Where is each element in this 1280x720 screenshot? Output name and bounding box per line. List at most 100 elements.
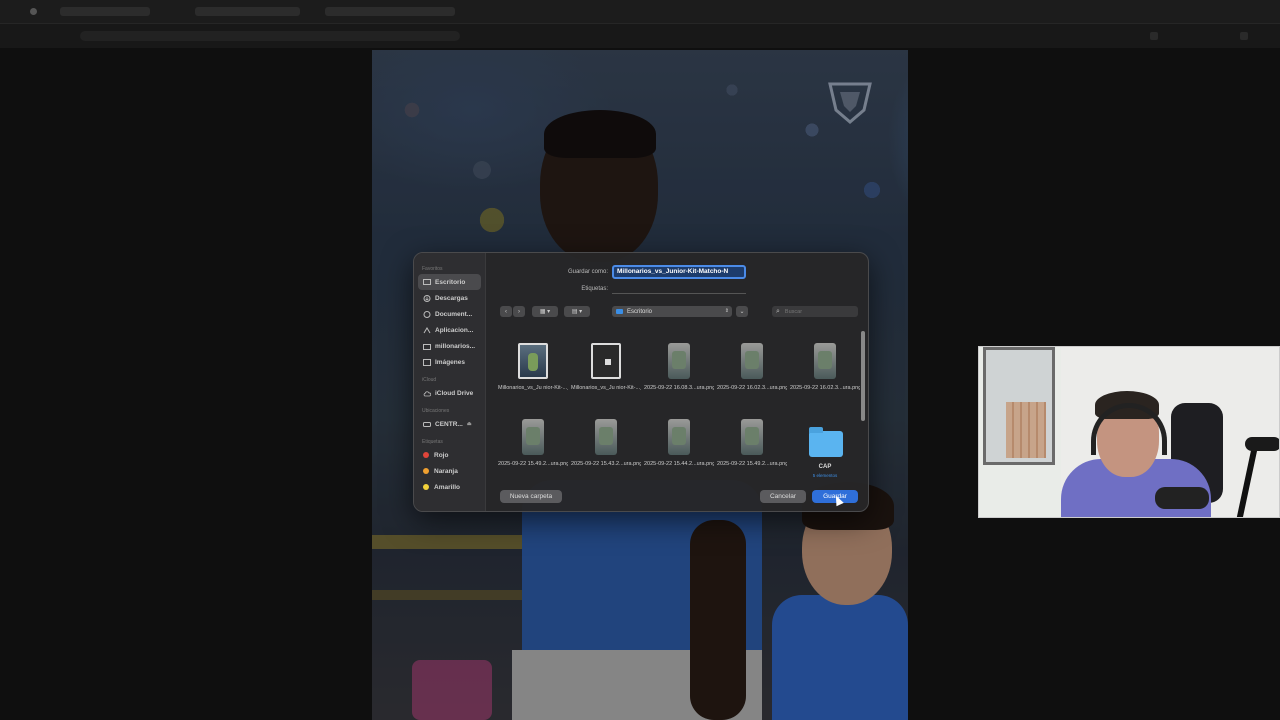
address-bar[interactable]: [80, 31, 460, 41]
browser-tab[interactable]: [325, 7, 455, 16]
tag-dot-icon: [423, 484, 429, 490]
webcam-window: [983, 347, 1055, 465]
sidebar-item-documentos[interactable]: Document...: [414, 306, 485, 322]
sidebar-item-tag-amarillo[interactable]: Amarillo: [414, 479, 485, 495]
cloud-icon: [423, 390, 431, 397]
sidebar-section-header: iCloud: [422, 377, 437, 383]
sidebar-item-icloud-drive[interactable]: iCloud Drive: [414, 385, 485, 401]
sidebar-item-tag-rojo[interactable]: Rojo: [414, 447, 485, 463]
view-mode-button[interactable]: ▦ ▾: [532, 306, 558, 317]
sidebar-item-escritorio[interactable]: Escritorio: [418, 274, 481, 290]
apps-icon: [423, 326, 431, 334]
cancel-button[interactable]: Cancelar: [760, 490, 806, 503]
sidebar-item-label: CENTR...: [435, 420, 463, 428]
scrollbar[interactable]: [861, 331, 865, 421]
browser-tab-bar: [0, 0, 1280, 24]
microphone-icon: [1155, 487, 1209, 509]
sidebar-item-disk[interactable]: CENTR... ⏏: [414, 416, 485, 432]
file-item[interactable]: Millonarios_vs_Ju nior-Kit-..._439.jpg: [498, 335, 568, 405]
tags-label: Etiquetas:: [581, 286, 608, 292]
file-name: 2025-09-22 15.49.2...ura.png: [717, 461, 787, 467]
file-item[interactable]: 2025-09-22 16.02.3...ura.png: [717, 335, 787, 405]
screenshot-thumbnail: [741, 419, 763, 455]
sidebar-item-aplicaciones[interactable]: Aplicacion...: [414, 322, 485, 338]
location-label: Escritorio: [627, 308, 653, 315]
file-name: Millonarios_vs_Ju nior-Kit-..._430.jpg: [571, 385, 641, 391]
updown-chevron-icon: ⇕: [724, 308, 729, 314]
screenshot-thumbnail: [522, 419, 544, 455]
address-bar-row: [0, 24, 1280, 48]
sidebar-item-tag-naranja[interactable]: Naranja: [414, 463, 485, 479]
window-control-icon[interactable]: [30, 8, 37, 15]
search-field[interactable]: ⌕ Buscar: [772, 306, 858, 317]
sidebar-item-label: iCloud Drive: [435, 389, 474, 397]
file-name: 2025-09-22 15.49.2...ura.png: [498, 461, 568, 467]
desktop-icon: [423, 278, 431, 286]
back-button[interactable]: ‹: [500, 306, 512, 317]
menu-icon[interactable]: [1240, 32, 1248, 40]
search-placeholder: Buscar: [784, 308, 803, 315]
sidebar-item-label: millonarios...: [435, 342, 476, 350]
folder-name: CAP: [818, 464, 832, 470]
dialog-toolbar: ‹ › ▦ ▾ ▤ ▾ Escritorio ⇕ ⌄ ⌕ Buscar: [500, 305, 860, 319]
file-name: 2025-09-22 16.08.3...ura.png: [644, 385, 714, 391]
file-item[interactable]: Millonarios_vs_Ju nior-Kit-..._430.jpg: [571, 335, 641, 405]
file-item[interactable]: 2025-09-22 15.49.2...ura.png: [717, 411, 787, 481]
sidebar-item-label: Descargas: [435, 294, 468, 302]
image-thumbnail: [518, 343, 548, 379]
webcam-overlay: [978, 346, 1280, 518]
file-name: 2025-09-22 16.02.3...ura.png: [717, 385, 787, 391]
image-thumbnail: [591, 343, 621, 379]
save-as-label: Guardar como:: [567, 269, 608, 275]
file-item[interactable]: 2025-09-22 15.43.2...ura.png: [571, 411, 641, 481]
expand-button[interactable]: ⌄: [736, 306, 748, 317]
file-item[interactable]: 2025-09-22 16.08.3...ura.png: [644, 335, 714, 405]
screenshot-thumbnail: [595, 419, 617, 455]
disk-icon: [423, 421, 431, 428]
sidebar-item-label: Aplicacion...: [435, 326, 474, 334]
microphone-icon: [1245, 437, 1279, 451]
finder-sidebar: Favoritos Escritorio Descargas Document.…: [414, 253, 486, 511]
sidebar-item-label: Document...: [435, 310, 473, 318]
tags-row: Etiquetas:: [564, 284, 746, 294]
browser-tab[interactable]: [195, 7, 300, 16]
screenshot-thumbnail: [741, 343, 763, 379]
sidebar-item-descargas[interactable]: Descargas: [414, 290, 485, 306]
document-icon: [423, 310, 431, 318]
sidebar-section-header: Favoritos: [422, 266, 443, 272]
tags-input[interactable]: [612, 285, 746, 294]
sidebar-item-label: Rojo: [434, 451, 449, 459]
download-icon: [423, 294, 431, 302]
new-folder-button[interactable]: Nueva carpeta: [500, 490, 562, 503]
tag-dot-icon: [423, 468, 429, 474]
screenshot-thumbnail: [668, 419, 690, 455]
filename-input[interactable]: Millonarios_vs_Junior-Kit-Matcho-N: [612, 265, 746, 279]
sidebar-section-header: Ubicaciones: [422, 408, 450, 414]
sidebar-item-label: Naranja: [434, 467, 458, 475]
folder-item[interactable]: CAP 5 elementos: [790, 411, 860, 481]
extension-icon[interactable]: [1150, 32, 1158, 40]
tag-dot-icon: [423, 452, 429, 458]
sidebar-item-label: Amarillo: [434, 483, 461, 491]
file-item[interactable]: 2025-09-22 15.44.2...ura.png: [644, 411, 714, 481]
screenshot-thumbnail: [814, 343, 836, 379]
browser-tab[interactable]: [60, 7, 150, 16]
file-name: 2025-09-22 16.02.3...ura.png: [790, 385, 860, 391]
screenshot-thumbnail: [668, 343, 690, 379]
location-select[interactable]: Escritorio ⇕: [612, 306, 732, 317]
forward-button[interactable]: ›: [513, 306, 525, 317]
file-item[interactable]: 2025-09-22 16.02.3...ura.png: [790, 335, 860, 405]
sidebar-item-imagenes[interactable]: Imágenes: [414, 354, 485, 370]
file-name: 2025-09-22 15.43.2...ura.png: [571, 461, 641, 467]
sidebar-item-millonarios[interactable]: millonarios...: [414, 338, 485, 354]
sidebar-section-header: Etiquetas: [422, 439, 443, 445]
group-button[interactable]: ▤ ▾: [564, 306, 590, 317]
search-icon: ⌕: [776, 307, 780, 315]
folder-item-count: 5 elementos: [812, 473, 838, 478]
file-item[interactable]: 2025-09-22 15.49.2...ura.png: [498, 411, 568, 481]
photo-icon: [423, 358, 431, 366]
file-name: 2025-09-22 15.44.2...ura.png: [644, 461, 714, 467]
file-name: Millonarios_vs_Ju nior-Kit-..._439.jpg: [498, 385, 568, 391]
eject-icon[interactable]: ⏏: [467, 421, 472, 427]
folder-icon: [616, 309, 623, 314]
